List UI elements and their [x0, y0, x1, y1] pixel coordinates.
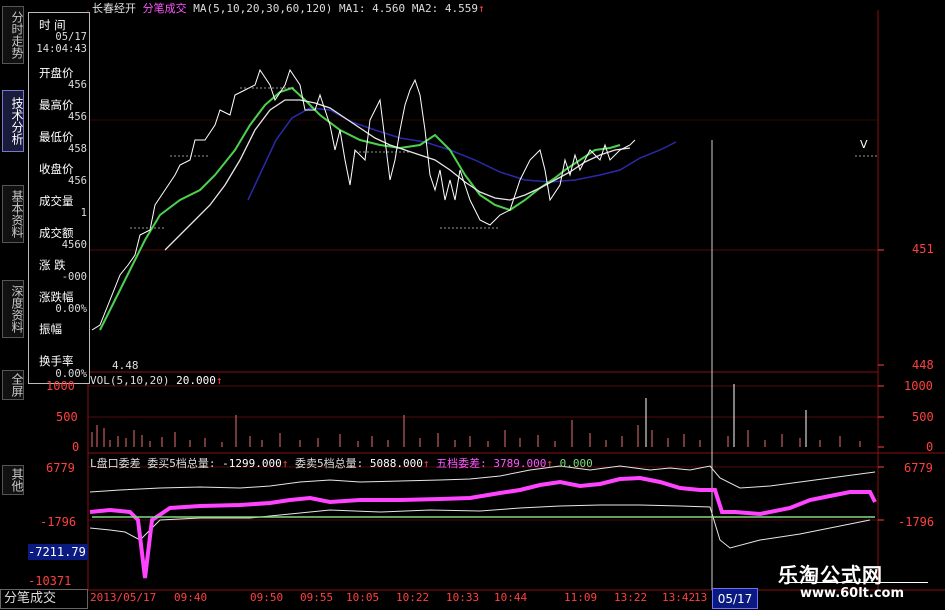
vol-axis-left-1000: 1000 — [46, 379, 75, 393]
ma-blue-line — [247, 107, 677, 201]
sell-arrow-icon: ↑ — [422, 457, 430, 470]
diff-arrow-icon: ↑ — [546, 457, 553, 470]
vol-axis-left-500: 500 — [56, 410, 78, 424]
info-label-amplitude: 振幅 — [39, 322, 62, 336]
price-marker: V — [860, 138, 868, 151]
indicator-name[interactable]: L盘口委差 — [90, 457, 141, 470]
buy-arrow-icon: ↑ — [281, 457, 289, 470]
info-value-volume: 1 — [80, 207, 87, 219]
info-value-high: 456 — [68, 111, 87, 123]
price-low-label: 4.48 — [112, 359, 139, 372]
time-label-1342: 13:42 — [662, 591, 696, 604]
time-label-1033: 10:33 — [446, 591, 480, 604]
price-axis-label-448: 448 — [912, 358, 934, 372]
watermark-url: www.60lt.com — [800, 586, 905, 601]
watermark: 乐淘公式网 www.60lt.com — [770, 555, 945, 609]
time-label-1044: 10:44 — [494, 591, 528, 604]
diff-value: 3789.000 — [493, 457, 547, 470]
buy-total-label: 委买5档总量: — [147, 457, 216, 470]
vol-axis-right-500: 500 — [912, 410, 934, 424]
buy-total-value: -1299.000 — [222, 457, 282, 470]
info-value-amount: 4560 — [61, 239, 87, 251]
info-value-change: -000 — [61, 271, 87, 283]
time-label-1322: 13:22 — [614, 591, 648, 604]
volume-value: 20.000 — [176, 374, 216, 387]
time-label-0950: 09:50 — [250, 591, 284, 604]
price-axis-label-451: 451 — [912, 242, 934, 256]
price-line — [91, 68, 636, 331]
info-value-low: 458 — [68, 143, 87, 155]
time-label-0940: 09:40 — [174, 591, 208, 604]
watermark-title: 乐淘公式网 — [778, 563, 883, 587]
time-label-date: 2013/05/17 — [90, 591, 157, 604]
bottom-tab-tick-data[interactable]: 分笔成交 — [0, 589, 88, 609]
info-value-change-pct: 0.00% — [55, 303, 87, 315]
time-label-0955: 09:55 — [300, 591, 334, 604]
info-value-close: 456 — [68, 175, 87, 187]
volume-bars — [91, 415, 861, 447]
info-panel: 时 间 05/17 14:04:43 开盘价 456 最高价 456 最低价 4… — [28, 12, 90, 384]
info-value-open: 456 — [68, 79, 87, 91]
volume-header: VOL(5,10,20) 20.000↑ — [90, 374, 222, 387]
time-label-13: 13 — [694, 591, 708, 604]
volume-indicator-name[interactable]: VOL(5,10,20) — [90, 374, 169, 387]
sell-total-label: 委卖5档总量: — [294, 457, 364, 470]
vol-axis-left-0: 0 — [72, 440, 80, 454]
ind-axis-left-6779: 6779 — [46, 461, 75, 475]
volume-up-arrow-icon: ↑ — [215, 374, 223, 387]
vol-axis-right-1000: 1000 — [904, 379, 933, 393]
ind-axis-left-cursor-value: -7211.79 — [28, 544, 88, 560]
ind-axis-left-neg10371: -10371 — [28, 574, 72, 588]
indicator-header: L盘口委差 委买5档总量: -1299.000↑ 委卖5档总量: 5088.00… — [90, 455, 593, 471]
info-value-date: 05/17 — [55, 31, 87, 43]
time-label-1022: 10:22 — [396, 591, 430, 604]
cursor-date-box: 05/17 — [712, 588, 758, 609]
info-label-turnover: 换手率 — [39, 354, 74, 368]
time-label-1005: 10:05 — [346, 591, 380, 604]
ind-axis-left-neg1796: -1796 — [40, 515, 77, 529]
chart-canvas[interactable] — [0, 0, 945, 609]
info-value-time: 14:04:43 — [36, 43, 87, 55]
vol-axis-right-0: 0 — [926, 440, 934, 454]
ind-axis-right-neg1796: -1796 — [898, 515, 935, 529]
time-label-1109: 11:09 — [564, 591, 598, 604]
extra-value: 0.000 — [559, 457, 593, 470]
sell-total-value: 5088.000 — [369, 457, 423, 470]
diff-label: 五档委差: — [436, 457, 487, 470]
indicator-magenta-line — [89, 475, 877, 579]
time-axis: 2013/05/17 09:40 09:50 09:55 10:05 10:22… — [90, 590, 878, 609]
ind-axis-right-6779: 6779 — [904, 461, 933, 475]
info-label-volume: 成交量 — [39, 194, 74, 208]
